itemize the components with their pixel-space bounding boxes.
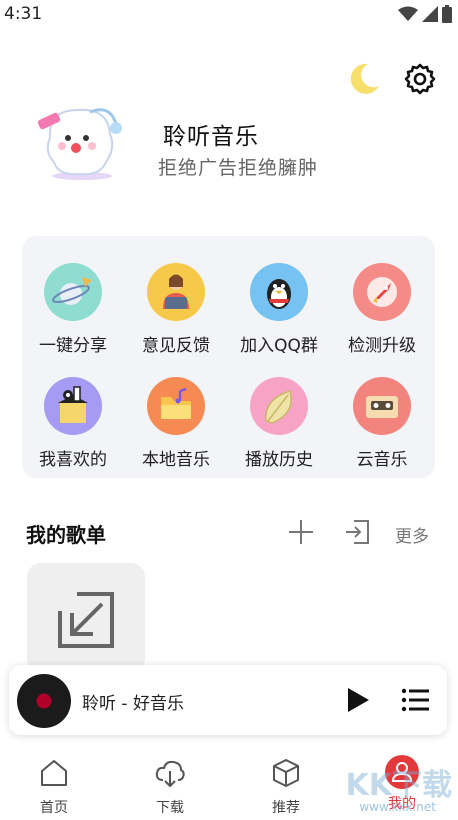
- rocket-upgrade-icon: [353, 263, 411, 321]
- tab-download[interactable]: 下载: [130, 745, 210, 817]
- grid-item-favorites[interactable]: 我喜欢的: [23, 377, 123, 470]
- now-playing-title: 聆听 - 好音乐: [82, 694, 184, 714]
- tab-label: 下载: [156, 800, 184, 816]
- history-leaf-icon: [250, 377, 308, 435]
- feedback-person-icon: [147, 263, 205, 321]
- grid-label: 本地音乐: [142, 450, 210, 470]
- grid-item-feedback[interactable]: 意见反馈: [126, 263, 226, 356]
- profile-name[interactable]: 聆听音乐: [163, 117, 259, 151]
- grid-item-join-qq[interactable]: 加入QQ群: [229, 263, 329, 356]
- grid-item-history[interactable]: 播放历史: [229, 377, 329, 470]
- qq-penguin-icon: [250, 263, 308, 321]
- cloud-cassette-icon: [353, 377, 411, 435]
- signal-icon: [422, 6, 438, 22]
- profile-subtitle: 拒绝广告拒绝臃肿: [158, 157, 319, 179]
- favorite-box-icon: [44, 377, 102, 435]
- watermark: KK下载: [345, 768, 453, 803]
- watermark-url: www.kkx.net: [359, 800, 436, 814]
- playlist-section-title: 我的歌单: [26, 523, 106, 547]
- avatar[interactable]: [30, 98, 130, 182]
- tab-label: 首页: [40, 800, 68, 816]
- night-mode-icon[interactable]: [346, 60, 382, 96]
- tab-recommend[interactable]: 推荐: [246, 745, 326, 817]
- system-icons: [398, 4, 452, 24]
- playlist-import-card[interactable]: [27, 563, 145, 673]
- grid-item-share[interactable]: 一键分享: [23, 263, 123, 356]
- tab-home[interactable]: 首页: [14, 745, 94, 817]
- grid-label: 播放历史: [245, 450, 313, 470]
- play-icon[interactable]: [345, 687, 371, 713]
- function-grid: 一键分享 意见反馈 加入QQ群 检测升级 我喜欢的 本地音乐 播放历史 云音乐: [22, 236, 435, 478]
- grid-label: 云音乐: [356, 450, 408, 470]
- import-arrow-icon: [58, 592, 114, 648]
- add-playlist-icon[interactable]: [288, 519, 314, 545]
- import-playlist-icon[interactable]: [344, 518, 370, 546]
- status-time: 4:31: [4, 4, 43, 24]
- wifi-icon: [398, 6, 418, 21]
- local-folder-icon: [147, 377, 205, 435]
- grid-item-cloud-music[interactable]: 云音乐: [332, 377, 432, 470]
- more-playlists-link[interactable]: 更多: [395, 522, 429, 547]
- tab-label: 推荐: [272, 800, 300, 816]
- cube-icon: [273, 759, 299, 787]
- grid-label: 意见反馈: [142, 336, 210, 356]
- mini-player[interactable]: 聆听 - 好音乐: [9, 665, 447, 735]
- grid-label: 检测升级: [348, 336, 416, 356]
- grid-label: 一键分享: [39, 336, 107, 356]
- cloud-download-icon: [155, 760, 185, 788]
- status-bar: 4:31: [0, 0, 458, 28]
- grid-item-local-music[interactable]: 本地音乐: [126, 377, 226, 470]
- grid-item-check-update[interactable]: 检测升级: [332, 263, 432, 356]
- share-planet-icon: [44, 263, 102, 321]
- home-icon: [41, 760, 67, 786]
- grid-label: 加入QQ群: [240, 336, 318, 356]
- grid-label: 我喜欢的: [39, 450, 107, 470]
- battery-icon: [442, 5, 452, 23]
- album-disc-icon[interactable]: [17, 674, 71, 728]
- playlist-queue-icon[interactable]: [401, 687, 429, 713]
- settings-gear-icon[interactable]: [403, 62, 437, 96]
